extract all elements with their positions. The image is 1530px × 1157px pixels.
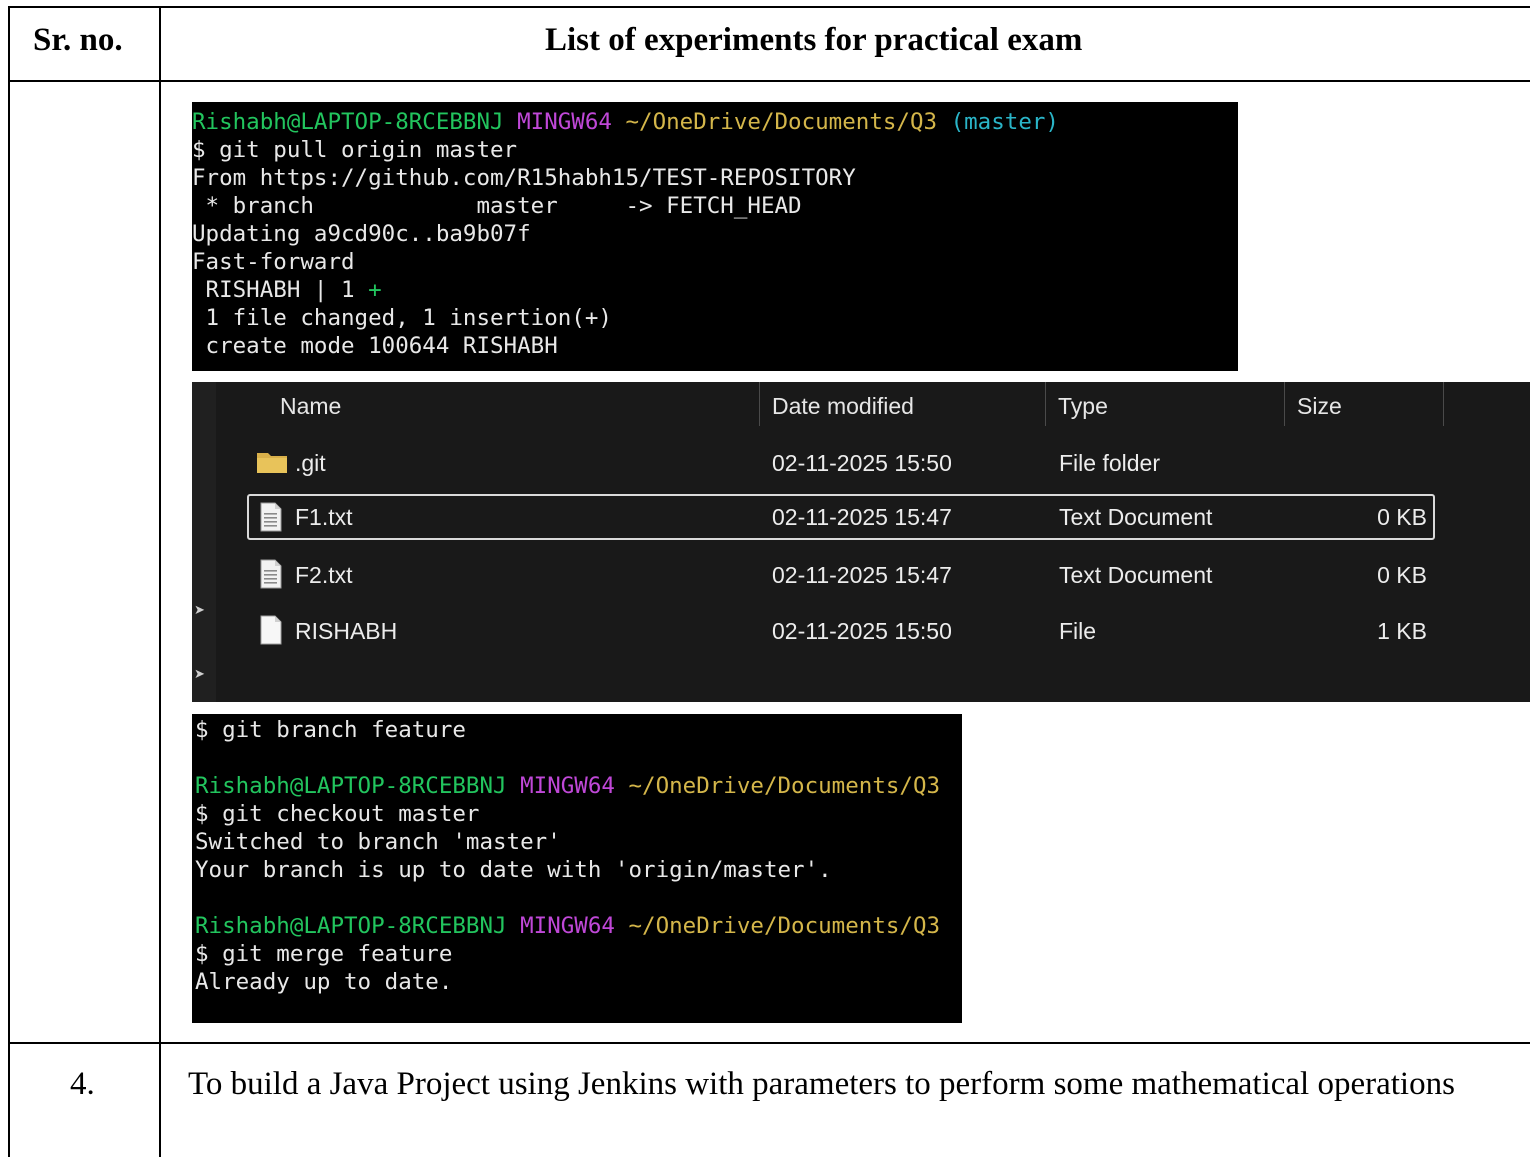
terminal-line: 1 file changed, 1 insertion(+) [192, 305, 612, 331]
terminal-line: $ git branch feature [195, 717, 466, 743]
table-border-left [8, 6, 10, 1157]
file-size: 0 KB [1377, 504, 1427, 530]
terminal-line: $ git checkout master [195, 801, 480, 827]
prompt-branch: (master) [950, 109, 1059, 135]
column-header-size[interactable]: Size [1297, 386, 1342, 426]
column-header-name[interactable]: Name [280, 386, 341, 426]
experiment-description: To build a Java Project using Jenkins wi… [188, 1066, 1455, 1102]
file-row-rishabh[interactable]: RISHABH 02-11-2025 15:50 File 1 KB [247, 608, 1435, 654]
file-name: .git [295, 450, 326, 476]
header-experiments-title: List of experiments for practical exam [545, 22, 1083, 58]
file-row-f2[interactable]: F2.txt 02-11-2025 15:47 Text Document 0 … [247, 552, 1435, 598]
terminal-line: $ git merge feature [195, 941, 453, 967]
file-row-git[interactable]: .git 02-11-2025 15:50 File folder [247, 440, 1435, 486]
sort-arrow-icon: ⌃ [508, 382, 519, 390]
header-sr-no: Sr. no. [33, 22, 123, 58]
column-header-date[interactable]: Date modified [772, 386, 914, 426]
column-divider[interactable] [759, 382, 760, 426]
file-name: RISHABH [295, 618, 398, 644]
terminal-output: $ git branch feature Rishabh@LAPTOP-8RCE… [195, 716, 940, 996]
pin-icon: ➤ [194, 603, 205, 618]
file-type: Text Document [1059, 562, 1213, 588]
file-date: 02-11-2025 15:50 [772, 618, 952, 644]
terminal-line: From https://github.com/R15habh15/TEST-R… [192, 165, 856, 191]
terminal-line: * branch master -> FETCH_HEAD [192, 193, 802, 219]
terminal-line: RISHABH | 1 [192, 277, 369, 303]
prompt-env: MINGW64 [520, 773, 615, 799]
text-file-icon [260, 559, 282, 589]
terminal-line: create mode 100644 RISHABH [192, 333, 558, 359]
file-explorer: ➤ ➤ ⌃ Name Date modified Type Size .git … [192, 382, 1530, 702]
terminal-output: Rishabh@LAPTOP-8RCEBBNJ MINGW64 ~/OneDri… [192, 108, 1059, 360]
terminal-line: Already up to date. [195, 969, 453, 995]
column-header-type[interactable]: Type [1058, 386, 1108, 426]
blank-file-icon [260, 615, 282, 645]
prompt-env: MINGW64 [520, 913, 615, 939]
column-divider[interactable] [1045, 382, 1046, 426]
prompt-path: ~/OneDrive/Documents/Q3 [628, 913, 941, 939]
file-size: 0 KB [1377, 562, 1427, 588]
file-name: F2.txt [295, 562, 353, 588]
file-date: 02-11-2025 15:47 [772, 562, 952, 588]
file-date: 02-11-2025 15:50 [772, 450, 952, 476]
table-border-top [8, 6, 1530, 8]
terminal-git-pull: Rishabh@LAPTOP-8RCEBBNJ MINGW64 ~/OneDri… [192, 102, 1238, 371]
terminal-git-merge: $ git branch feature Rishabh@LAPTOP-8RCE… [192, 714, 962, 1023]
terminal-line: Updating a9cd90c..ba9b07f [192, 221, 531, 247]
file-type: File [1059, 618, 1097, 644]
insertion-plus: + [368, 277, 382, 303]
column-divider[interactable] [1284, 382, 1285, 426]
file-date: 02-11-2025 15:47 [772, 504, 952, 530]
folder-icon [257, 453, 287, 473]
table-row-divider [8, 1042, 1530, 1044]
file-size: 1 KB [1377, 618, 1427, 644]
prompt-path: ~/OneDrive/Documents/Q3 [628, 773, 941, 799]
file-type: File folder [1059, 450, 1160, 476]
file-name: F1.txt [295, 504, 353, 530]
file-type: Text Document [1059, 504, 1213, 530]
terminal-line: Fast-forward [192, 249, 355, 275]
prompt-user: Rishabh@LAPTOP-8RCEBBNJ [195, 913, 507, 939]
row-number: 4. [70, 1066, 95, 1102]
table-header-divider [8, 80, 1530, 82]
column-divider[interactable] [1443, 382, 1444, 426]
prompt-path: ~/OneDrive/Documents/Q3 [625, 109, 938, 135]
prompt-user: Rishabh@LAPTOP-8RCEBBNJ [195, 773, 507, 799]
prompt-user: Rishabh@LAPTOP-8RCEBBNJ [192, 109, 504, 135]
terminal-line: Your branch is up to date with 'origin/m… [195, 857, 832, 883]
text-file-icon [260, 502, 282, 532]
explorer-nav-pane: ➤ ➤ [192, 382, 216, 702]
table-column-divider [159, 6, 161, 1157]
file-row-f1[interactable]: F1.txt 02-11-2025 15:47 Text Document 0 … [247, 494, 1435, 540]
terminal-line: Switched to branch 'master' [195, 829, 561, 855]
pin-icon: ➤ [194, 667, 205, 682]
terminal-line: $ git pull origin master [192, 137, 518, 163]
prompt-env: MINGW64 [517, 109, 612, 135]
